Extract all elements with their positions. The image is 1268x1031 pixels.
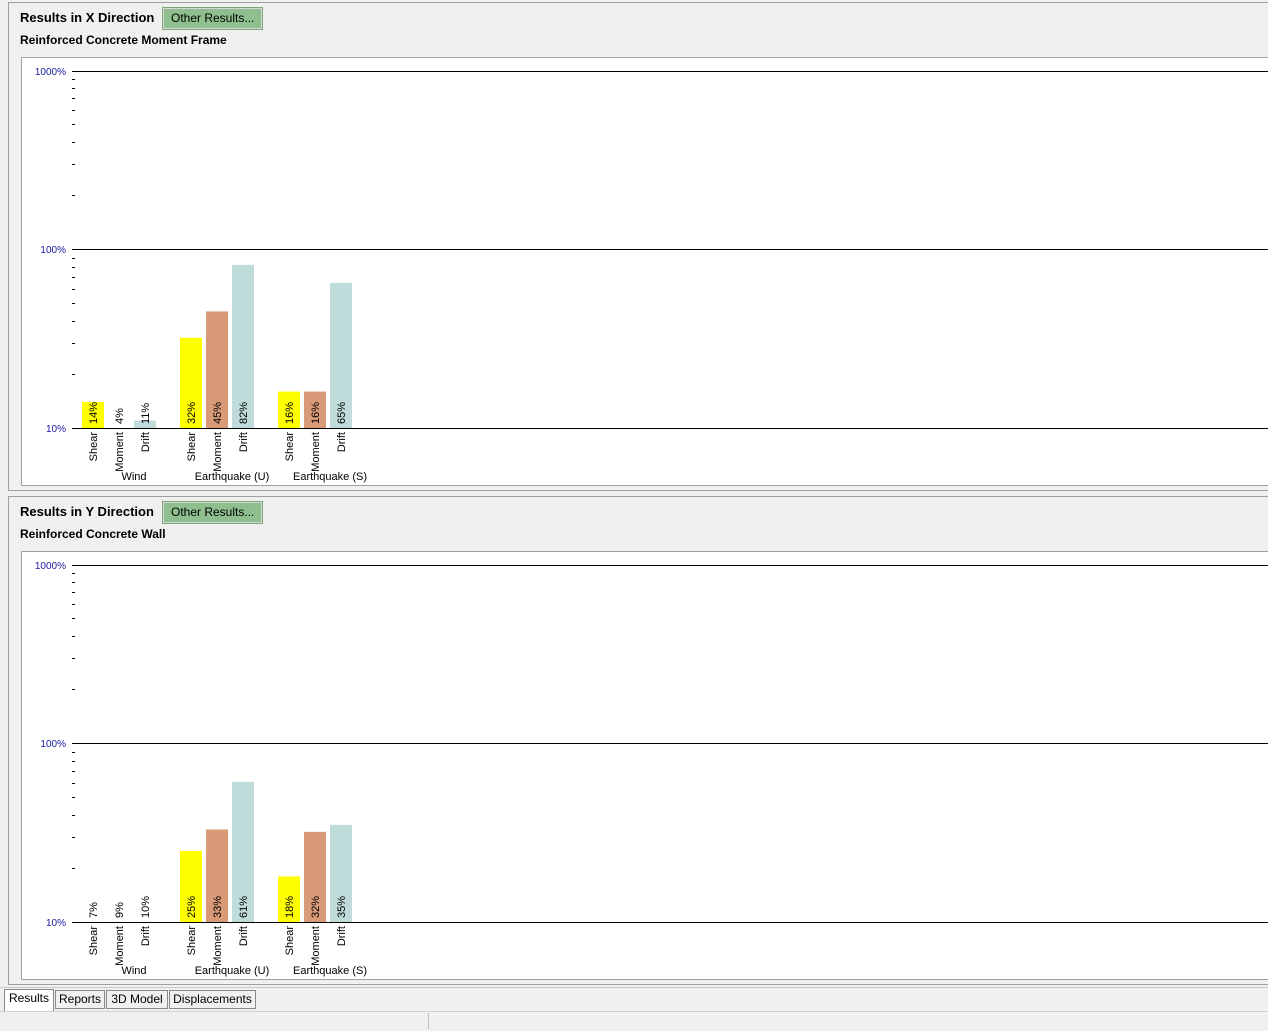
- panel-title-x: Results in X Direction: [20, 10, 155, 25]
- value-label: 16%: [284, 402, 296, 424]
- tab-3d-model[interactable]: 3D Model: [106, 990, 168, 1009]
- tab-reports[interactable]: Reports: [55, 990, 105, 1009]
- chart-y: 1000% 100% 10% 7% Shear 9% Moment 10% Drift Wind 2…: [35, 561, 1268, 977]
- value-label: 25%: [186, 896, 198, 918]
- status-bar-separator: [428, 1013, 429, 1029]
- results-x-panel: Results in X Direction Other Results... …: [8, 2, 1268, 491]
- chart-y-box: 1000% 100% 10% 7% Shear 9% Moment 10% Drift Wind 2…: [21, 551, 1268, 980]
- value-label: 4%: [114, 408, 126, 424]
- results-y-panel: Results in Y Direction Other Results... …: [8, 496, 1268, 985]
- bar-label: Shear: [88, 432, 100, 462]
- value-label: 14%: [88, 402, 100, 424]
- y-tick-label: 10%: [46, 918, 66, 929]
- bar-label: Drift: [336, 432, 348, 452]
- value-label: 35%: [336, 896, 348, 918]
- status-bar: [0, 1011, 1268, 1031]
- value-label: 32%: [186, 402, 198, 424]
- y-tick-label: 100%: [40, 739, 66, 750]
- panel-subtitle-y: Reinforced Concrete Wall: [20, 527, 166, 541]
- tab-displacements[interactable]: Displacements: [169, 990, 256, 1009]
- bar-label: Moment: [310, 926, 322, 966]
- value-label: 65%: [336, 402, 348, 424]
- y-tick-label: 100%: [40, 245, 66, 256]
- tab-results[interactable]: Results: [4, 989, 54, 1011]
- other-results-button-y[interactable]: Other Results...: [161, 501, 264, 524]
- bar-label: Drift: [140, 432, 152, 452]
- bar-label: Shear: [284, 432, 296, 462]
- bar-label: Drift: [238, 926, 250, 946]
- bar-label: Shear: [186, 926, 198, 956]
- value-label: 9%: [114, 902, 126, 918]
- y-tick-label: 10%: [46, 424, 66, 435]
- bar-label: Drift: [140, 926, 152, 946]
- group-label: Earthquake (S): [293, 471, 367, 483]
- bar-label: Moment: [310, 432, 322, 472]
- bar-label: Shear: [284, 926, 296, 956]
- group-label: Wind: [121, 471, 146, 483]
- value-label: 32%: [310, 896, 322, 918]
- value-label: 16%: [310, 402, 322, 424]
- group-label: Earthquake (U): [195, 471, 270, 483]
- bottom-tab-strip: Reports 3D Model Displacements Results: [0, 987, 1268, 1011]
- bar-label: Moment: [114, 432, 126, 472]
- bar-label: Drift: [238, 432, 250, 452]
- value-label: 82%: [238, 402, 250, 424]
- group-label: Earthquake (S): [293, 965, 367, 977]
- group-label: Earthquake (U): [195, 965, 270, 977]
- other-results-button-x[interactable]: Other Results...: [161, 7, 264, 30]
- bar-label: Drift: [336, 926, 348, 946]
- bar-label: Shear: [186, 432, 198, 462]
- value-label: 61%: [238, 896, 250, 918]
- chart-x: 1000% 100% 10% 14% Shear 4% Moment 11% Drift Wind…: [35, 67, 1268, 483]
- bar-label: Moment: [212, 432, 224, 472]
- value-label: 7%: [88, 902, 100, 918]
- bar-label: Shear: [88, 926, 100, 956]
- y-tick-label: 1000%: [35, 561, 66, 572]
- group-label: Wind: [121, 965, 146, 977]
- bar-label: Moment: [114, 926, 126, 966]
- bar-label: Moment: [212, 926, 224, 966]
- y-tick-label: 1000%: [35, 67, 66, 78]
- value-label: 33%: [212, 896, 224, 918]
- value-label: 10%: [140, 896, 152, 918]
- value-label: 11%: [140, 403, 152, 424]
- panel-subtitle-x: Reinforced Concrete Moment Frame: [20, 33, 227, 47]
- panel-title-y: Results in Y Direction: [20, 504, 154, 519]
- chart-x-box: 1000% 100% 10% 14% Shear 4% Moment 11% Drift Wind…: [21, 57, 1268, 486]
- value-label: 45%: [212, 402, 224, 424]
- value-label: 18%: [284, 896, 296, 918]
